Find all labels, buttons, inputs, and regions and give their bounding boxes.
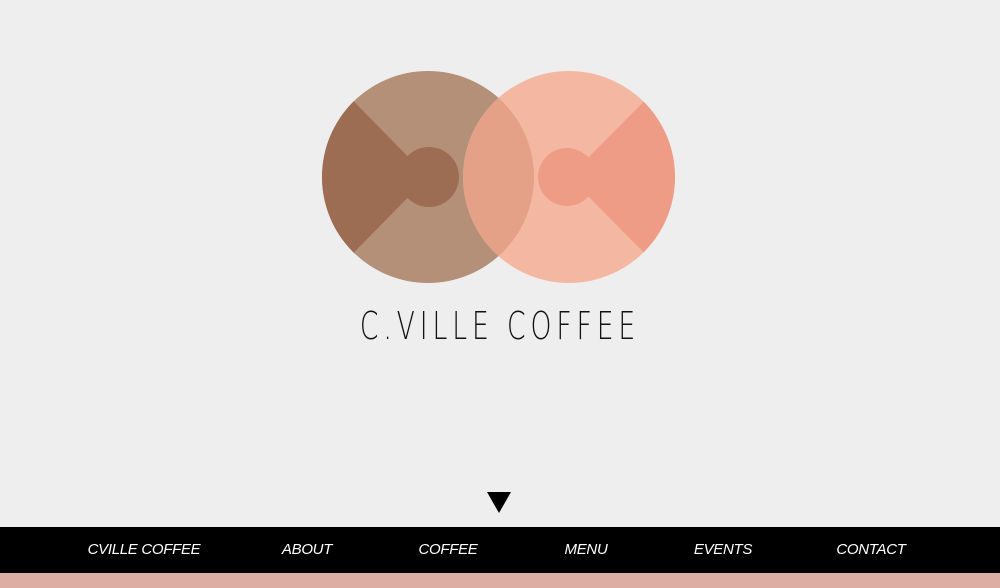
nav-item-contact[interactable]: CONTACT [836, 527, 906, 573]
main-navbar: CVILLE COFFEE ABOUT COFFEE MENU EVENTS C… [0, 527, 1000, 573]
nav-item-cville-coffee[interactable]: CVILLE COFFEE [88, 527, 201, 573]
next-section-edge [0, 573, 1000, 588]
nav-item-menu[interactable]: MENU [565, 527, 608, 573]
brand-wordmark: C.VILLE COFFEE [359, 304, 641, 348]
nav-item-events[interactable]: EVENTS [694, 527, 753, 573]
triangle-down-icon[interactable] [487, 492, 511, 513]
nav-item-about[interactable]: ABOUT [282, 527, 332, 573]
nav-item-coffee[interactable]: COFFEE [418, 527, 477, 573]
brand-logo-icon [322, 71, 675, 283]
hero-section: C.VILLE COFFEE [0, 0, 1000, 527]
